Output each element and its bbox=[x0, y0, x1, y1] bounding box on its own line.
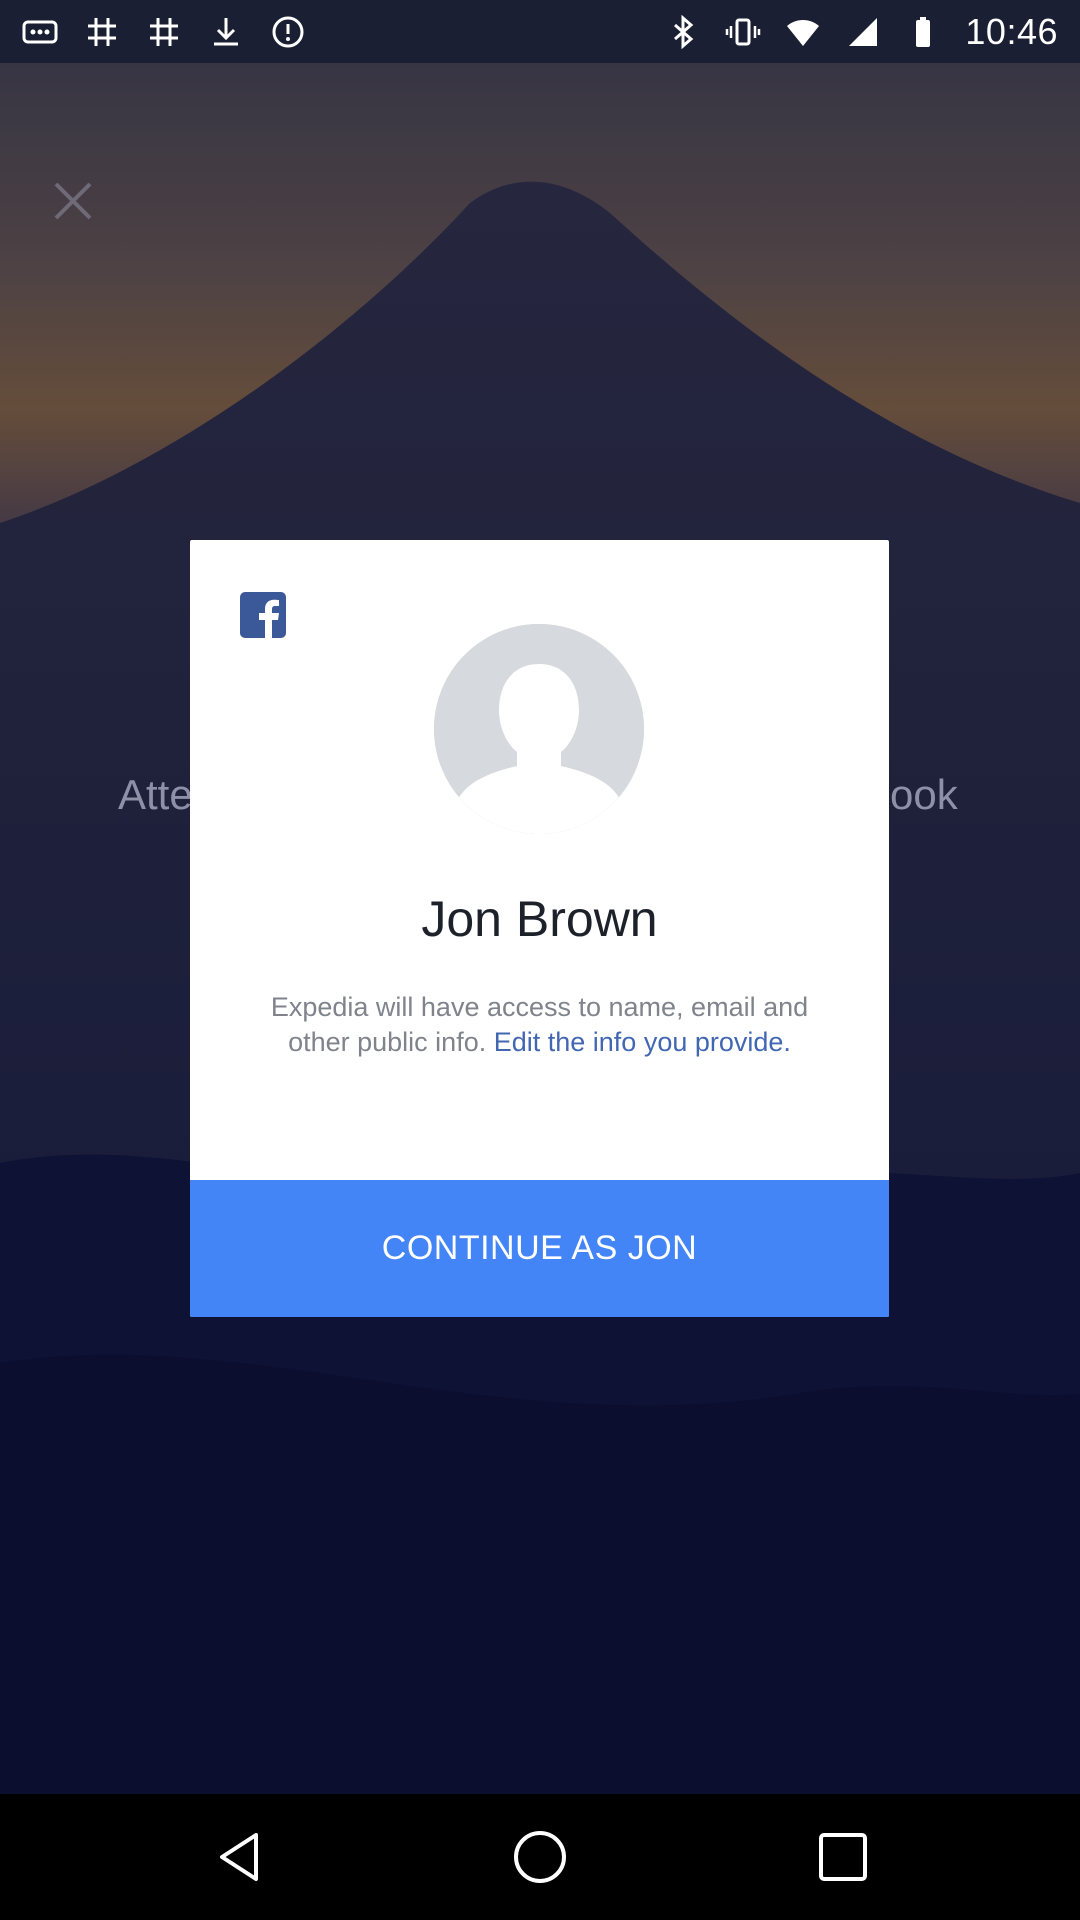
signal-icon bbox=[845, 14, 881, 50]
background-text-left: Atte bbox=[118, 771, 193, 818]
home-icon[interactable] bbox=[510, 1827, 570, 1887]
navigation-bar bbox=[0, 1794, 1080, 1920]
facebook-logo-icon bbox=[240, 592, 286, 638]
grid-icon bbox=[84, 14, 120, 50]
status-left-icons bbox=[22, 14, 306, 50]
user-name: Jon Brown bbox=[421, 891, 658, 947]
clock: 10:46 bbox=[965, 11, 1058, 52]
edit-info-link[interactable]: Edit the info you provide. bbox=[494, 1027, 791, 1057]
background-text-right: ook bbox=[890, 771, 958, 818]
wifi-icon bbox=[785, 14, 821, 50]
vibrate-icon bbox=[725, 14, 761, 50]
download-icon bbox=[208, 14, 244, 50]
continue-button[interactable]: CONTINUE AS JON bbox=[190, 1180, 889, 1317]
default-profile-icon bbox=[434, 624, 644, 834]
more-dots-icon bbox=[22, 14, 58, 50]
alert-circle-icon bbox=[270, 14, 306, 50]
back-icon[interactable] bbox=[210, 1827, 270, 1887]
bluetooth-icon bbox=[665, 14, 701, 50]
permissions-info: Expedia will have access to name, email … bbox=[260, 990, 819, 1060]
close-icon[interactable] bbox=[50, 178, 96, 224]
facebook-login-dialog: Jon Brown Expedia will have access to na… bbox=[190, 540, 889, 1317]
status-right-icons: 10:46 bbox=[665, 10, 1058, 54]
avatar bbox=[434, 624, 644, 834]
recent-apps-icon[interactable] bbox=[813, 1827, 873, 1887]
battery-icon bbox=[905, 14, 941, 50]
status-bar: 10:46 bbox=[0, 0, 1080, 63]
grid-icon bbox=[146, 14, 182, 50]
